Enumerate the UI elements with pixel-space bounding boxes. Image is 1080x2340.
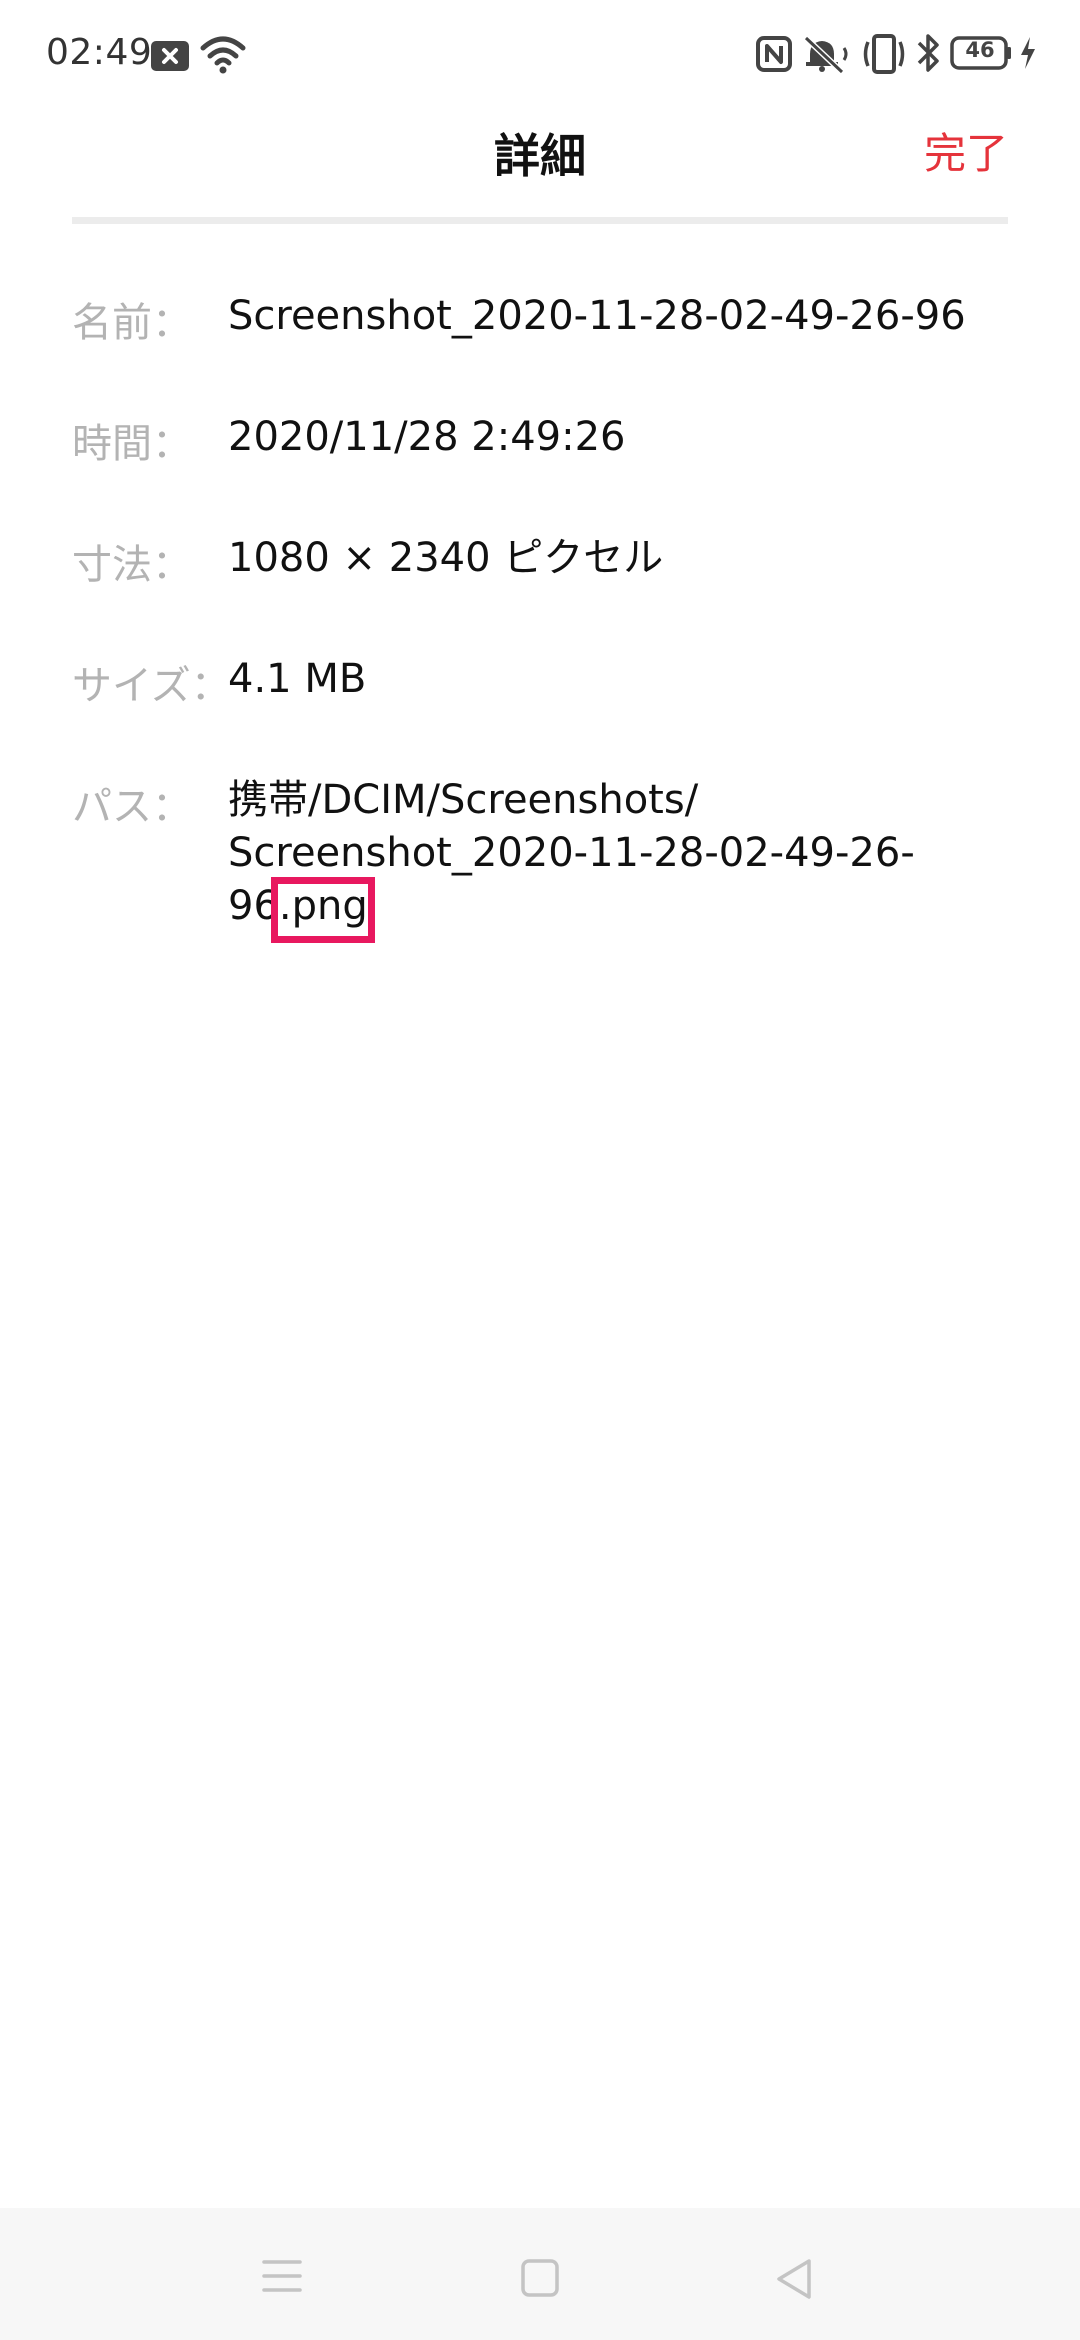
home-icon[interactable] (520, 2258, 560, 2298)
done-button[interactable]: 完了 (924, 120, 1008, 181)
back-icon[interactable] (774, 2258, 814, 2300)
size-label: サイズ： (72, 663, 231, 709)
bluetooth-icon (917, 34, 939, 72)
wifi-icon (200, 36, 246, 74)
notification-x-icon (151, 41, 189, 71)
menu-icon[interactable] (262, 2258, 302, 2294)
dimensions-label: 寸法： (72, 542, 192, 588)
name-value: Screenshot_2020-11-28-02-49-26-96 (228, 293, 966, 339)
size-value: 4.1 MB (228, 656, 367, 702)
time-label: 時間： (72, 421, 192, 467)
header: 詳細 完了 (0, 110, 1080, 215)
path-line-2: Screenshot_2020-11-28-02-49-26- (228, 830, 915, 876)
nfc-icon (756, 36, 792, 72)
time-value: 2020/11/28 2:49:26 (228, 414, 626, 460)
dimensions-value: 1080 × 2340 ピクセル (228, 535, 664, 581)
name-label: 名前： (72, 300, 192, 346)
battery-level: 46 (965, 38, 995, 62)
path-line-1: 携帯/DCIM/Screenshots/ (228, 777, 699, 823)
vibrate-icon (863, 34, 905, 74)
page-title: 詳細 (494, 129, 586, 183)
status-bar: 02:49 46 (0, 0, 1080, 110)
header-divider (72, 217, 1008, 224)
extension-highlight-box (271, 877, 375, 943)
navigation-bar (0, 2208, 1080, 2340)
mute-icon (803, 35, 848, 74)
charging-icon (1021, 37, 1035, 69)
screen: 02:49 46 詳細 完了 名前： Screenshot_2020-11-28… (0, 0, 1080, 2340)
path-label: パス： (72, 784, 192, 830)
status-time: 02:49 (46, 32, 153, 73)
